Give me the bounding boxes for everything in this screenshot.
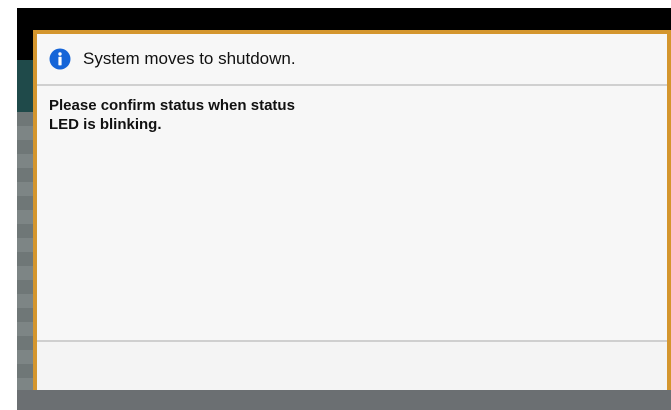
info-icon: [49, 48, 71, 70]
dialog-title: System moves to shutdown.: [83, 49, 296, 68]
background-bottom-bar: [17, 390, 671, 410]
message-line: LED is blinking.: [49, 116, 162, 133]
dialog-footer: [37, 340, 667, 390]
shutdown-dialog: System moves to shutdown. Please confirm…: [33, 30, 671, 390]
dialog-message: Please confirm status when status LED is…: [49, 96, 629, 134]
message-line: Please confirm status when status: [49, 97, 295, 114]
dialog-header: System moves to shutdown.: [37, 34, 667, 86]
